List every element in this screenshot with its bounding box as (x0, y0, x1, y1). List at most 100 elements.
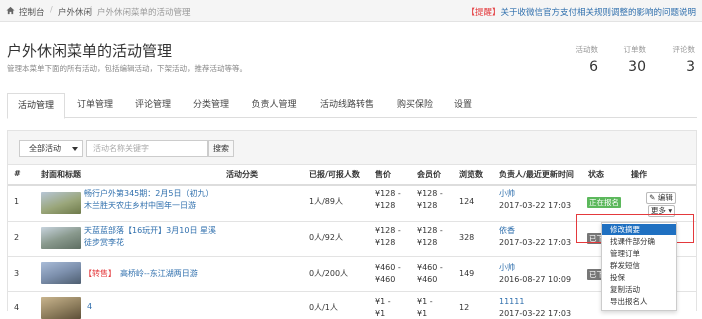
home-icon (6, 6, 15, 15)
member-price-max: ¥460 (417, 275, 438, 284)
member-price-min: ¥128 - (417, 189, 443, 198)
tab-route-resale[interactable]: 活动线路转售 (309, 93, 385, 118)
resale-tag: 【转售】 (84, 269, 116, 278)
stat-label: 评论数 (672, 45, 696, 54)
member-price-max: ¥128 (417, 201, 438, 210)
stat-comments: 评论数 3 (673, 44, 696, 75)
notice-tag: 【提醒】 (466, 8, 501, 18)
signup-count: 0人/1人 (309, 303, 338, 312)
view-count: 149 (459, 269, 475, 278)
menu-item-courseware[interactable]: 找课件部分确 (602, 236, 676, 247)
column-header-member-price: 会员价 (417, 170, 441, 179)
view-count: 328 (459, 233, 475, 242)
activity-title-link[interactable]: 畅行户外第345期：2月5日（初九） (84, 189, 213, 199)
page-description: 管理本菜单下面的所有活动，包括编辑活动，下架活动，推荐活动等等。 (7, 64, 247, 73)
breadcrumb-console[interactable]: 控制台 (19, 6, 45, 18)
stat-label: 订单数 (623, 45, 647, 54)
search-button[interactable]: 搜索 (208, 140, 234, 157)
menu-item-insure[interactable]: 投保 (602, 272, 676, 283)
tab-order-management[interactable]: 订单管理 (67, 93, 123, 118)
activity-filter-select[interactable]: 全部活动 (19, 140, 83, 157)
signup-count: 0人/200人 (309, 269, 349, 278)
activity-title-link-line2[interactable]: 徒步赏李花 (84, 238, 124, 248)
caret-down-icon (72, 147, 78, 151)
stat-activities: 活动数 6 (576, 44, 599, 75)
breadcrumb-outdoor[interactable]: 户外休闲 (58, 6, 92, 18)
owner-link[interactable]: 小帅 (499, 189, 515, 199)
member-price-min: ¥1 - (417, 297, 433, 306)
owner-link[interactable]: 小帅 (499, 263, 515, 273)
updated-time: 2016-08-27 10:09 (499, 275, 572, 284)
stat-value: 6 (589, 59, 598, 75)
price-min: ¥1 - (375, 297, 391, 306)
view-count: 12 (459, 303, 470, 312)
stat-orders: 订单数 30 (624, 44, 647, 75)
column-header-views: 浏览数 (459, 170, 483, 179)
row-divider (8, 256, 696, 257)
breadcrumb-separator: / (89, 5, 92, 14)
stat-value: 3 (686, 59, 695, 75)
edit-label: 编辑 (657, 193, 673, 202)
owner-link[interactable]: 11111 (499, 297, 524, 307)
updated-time: 2017-03-22 17:03 (499, 238, 572, 247)
row-divider (8, 291, 696, 292)
column-header-number: # (14, 169, 21, 178)
menu-item-edit-summary[interactable]: 修改摘要 (602, 224, 676, 235)
owner-link[interactable]: 依香 (499, 226, 515, 236)
pencil-icon: ✎ (649, 193, 656, 202)
activity-title-link[interactable]: 高桥岭--东江湖两日游 (120, 269, 198, 279)
price-max: ¥128 (375, 238, 396, 247)
signup-count: 1人/89人 (309, 197, 343, 206)
notice-link[interactable]: 【提醒】关于收微信官方支付相关规则调整的影响的问题说明 (466, 6, 696, 18)
tab-activity-management[interactable]: 活动管理 (7, 93, 65, 119)
row-number: 2 (14, 233, 20, 242)
column-header-actions: 操作 (631, 170, 647, 179)
menu-item-export-signups[interactable]: 导出报名人 (602, 296, 676, 307)
column-header-category: 活动分类 (226, 170, 258, 179)
table-header-divider (8, 184, 696, 186)
activity-title-link[interactable]: 天蓝蓝部落【16玩开】3月10日 星溪 (84, 226, 216, 236)
menu-item-copy-activity[interactable]: 复制活动 (602, 284, 676, 295)
row-number: 1 (14, 197, 20, 206)
activity-cover-image[interactable] (41, 297, 81, 319)
price-min: ¥128 - (375, 189, 401, 198)
tab-comment-management[interactable]: 评论管理 (125, 93, 181, 118)
row-number: 4 (14, 303, 20, 312)
signup-count: 0人/92人 (309, 233, 343, 242)
member-price-max: ¥128 (417, 238, 438, 247)
menu-item-manage-orders[interactable]: 管理订单 (602, 248, 676, 259)
tab-settings[interactable]: 设置 (445, 93, 481, 118)
breadcrumb-current: 户外休闲菜单的活动管理 (97, 8, 191, 18)
activity-cover-image[interactable] (41, 262, 81, 284)
activity-cover-image[interactable] (41, 227, 81, 249)
row-number: 3 (14, 269, 20, 278)
page-title: 户外休闲菜单的活动管理 (7, 42, 173, 60)
edit-button[interactable]: ✎ 编辑 (646, 192, 676, 204)
price-max: ¥128 (375, 201, 396, 210)
tab-bar: 活动管理 订单管理 评论管理 分类管理 负责人管理 活动线路转售 购买保险 设置 (7, 93, 697, 119)
more-dropdown-menu: 修改摘要 找课件部分确 管理订单 群发短信 投保 复制活动 导出报名人 (601, 222, 677, 311)
tab-category-management[interactable]: 分类管理 (183, 93, 239, 118)
view-count: 124 (459, 197, 475, 206)
notice-text: 关于收微信官方支付相关规则调整的影响的问题说明 (500, 8, 696, 18)
column-header-owner-updated: 负责人/最近更新时间 (499, 170, 574, 179)
column-header-status: 状态 (588, 170, 604, 179)
column-header-price: 售价 (375, 170, 391, 179)
stat-label: 活动数 (575, 45, 599, 54)
search-input[interactable]: 活动名称关键字 (86, 140, 208, 157)
menu-item-bulk-sms[interactable]: 群发短信 (602, 260, 676, 271)
breadcrumb-separator: / (50, 5, 53, 14)
top-bar: 控制台 / 户外休闲 / 户外休闲菜单的活动管理 【提醒】关于收微信官方支付相关… (0, 0, 702, 22)
activity-cover-image[interactable] (41, 192, 81, 214)
activity-title-link-line2[interactable]: 木兰胜天农庄乡村中国年一日游 (84, 201, 196, 211)
tab-buy-insurance[interactable]: 购买保险 (387, 93, 443, 118)
tab-owner-management[interactable]: 负责人管理 (241, 93, 307, 118)
column-header-signups: 已报/可报人数 (309, 170, 360, 179)
select-value: 全部活动 (29, 144, 61, 153)
price-max: ¥460 (375, 275, 396, 284)
stat-value: 30 (628, 59, 646, 75)
status-badge: 正在报名 (587, 197, 621, 208)
updated-time: 2017-03-22 17:03 (499, 201, 572, 210)
price-min: ¥128 - (375, 226, 401, 235)
member-price-min: ¥460 - (417, 263, 443, 272)
